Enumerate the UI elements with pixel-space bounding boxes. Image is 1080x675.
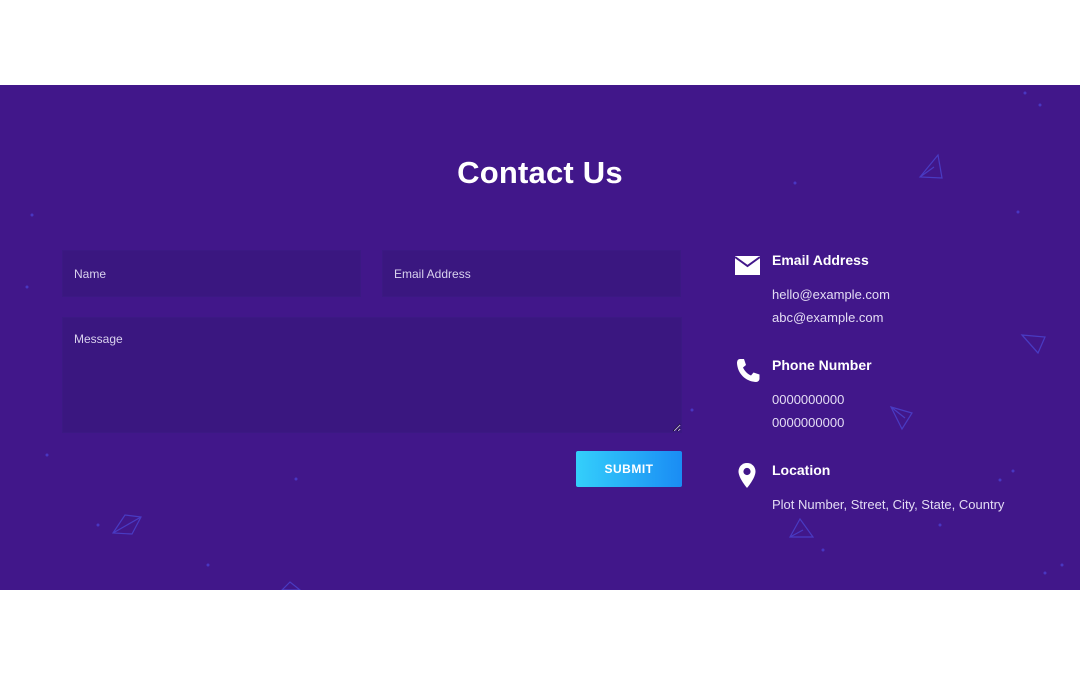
contact-section: Contact Us SUBMIT Email Address hello@ex… [0,85,1080,590]
phone-line-2: 0000000000 [772,415,845,430]
map-pin-icon [738,463,756,488]
location-info: Location Plot Number, Street, City, Stat… [734,462,1064,522]
submit-button[interactable]: SUBMIT [576,451,682,487]
phone-line-1: 0000000000 [772,392,845,407]
phone-info: Phone Number 0000000000 0000000000 [734,357,1064,437]
email-info: Email Address hello@example.com abc@exam… [734,252,1064,332]
email-line-2: abc@example.com [772,310,884,325]
email-input[interactable] [382,250,681,297]
email-heading: Email Address [772,252,869,268]
email-line-1: hello@example.com [772,287,890,302]
envelope-icon [734,256,761,275]
location-line: Plot Number, Street, City, State, Countr… [772,497,1005,512]
page-title: Contact Us [457,155,623,190]
phone-heading: Phone Number [772,357,872,373]
location-heading: Location [772,462,831,478]
message-textarea[interactable] [62,317,682,433]
name-input[interactable] [62,250,361,297]
phone-icon [737,359,760,382]
